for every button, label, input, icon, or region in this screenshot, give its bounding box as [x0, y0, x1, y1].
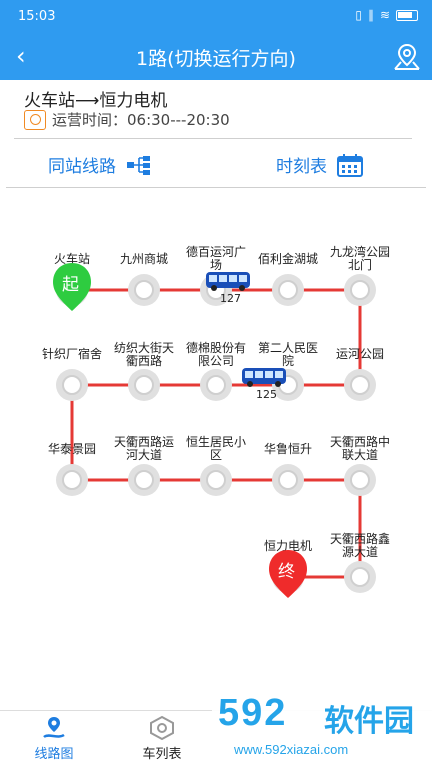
- stop-4[interactable]: 佰利金湖城: [258, 251, 318, 306]
- stop-label: 天衢西路运河大道: [114, 434, 174, 462]
- stop-11[interactable]: 华泰景园: [48, 442, 96, 496]
- status-bar: 15:03 ▯ ∥ ≋: [0, 0, 432, 34]
- nav-route-label: 线路图: [34, 747, 74, 762]
- stop-label: 德棉股份有限公司: [186, 340, 246, 368]
- content-area: 火车站⟶恒力电机 运营时间：06:30---20:30 同站线路 时刻表 火车站…: [0, 80, 432, 710]
- stop-label: 第二人民医院: [258, 341, 318, 368]
- route-map-icon: [43, 717, 65, 739]
- stop-2[interactable]: 九州商城: [120, 251, 168, 306]
- stop-16[interactable]: 天衢西路鑫源大道: [330, 531, 390, 593]
- nav-route-map[interactable]: 线路图: [4, 715, 104, 762]
- stop-15[interactable]: 天衢西路中联大道: [330, 434, 390, 496]
- watermark-logo: 592 软件园 www.592xiazai.com: [212, 688, 432, 768]
- stop-label: 运河公园: [336, 347, 384, 361]
- stop-label: 佰利金湖城: [258, 251, 318, 266]
- status-icons: ▯ ∥ ≋: [355, 8, 418, 22]
- stop-label: 纺织大街天衢西路: [114, 341, 174, 368]
- watermark-soft: 软件园: [324, 704, 414, 739]
- app-header: ‹ 1路(切换运行方向): [0, 34, 432, 80]
- start-marker-icon: 起: [53, 263, 91, 311]
- stop-label: 九州商城: [120, 251, 168, 266]
- end-marker-label: 终: [278, 562, 295, 582]
- stop-label: 天衢西路中联大道: [330, 434, 390, 462]
- stop-label: 华鲁恒升: [264, 442, 312, 456]
- stop-label: 天衢西路鑫源大道: [330, 531, 390, 559]
- stop-10[interactable]: 针织厂宿舍: [42, 346, 102, 401]
- watermark-brand: 592: [218, 692, 288, 734]
- stop-label: 华泰景园: [48, 442, 96, 456]
- nav-bus-list[interactable]: 车列表: [112, 715, 212, 762]
- stop-label: 九龙湾公园北门: [330, 244, 390, 272]
- stop-8[interactable]: 德棉股份有限公司: [186, 340, 246, 401]
- map-location-icon[interactable]: [392, 42, 422, 72]
- wifi-icon: ≋: [379, 8, 390, 22]
- nav-bus-label: 车列表: [142, 747, 182, 762]
- stop-9[interactable]: 纺织大街天衢西路: [114, 341, 174, 401]
- page-title[interactable]: 1路(切换运行方向): [0, 44, 432, 71]
- watermark-url: www.592xiazai.com: [234, 742, 349, 757]
- route-lines: [70, 288, 362, 579]
- stop-label: 针织厂宿舍: [42, 346, 102, 361]
- stop-label: 德百运河广场: [186, 244, 246, 272]
- bus-number: 125: [256, 388, 277, 401]
- route-map: 火车站 九州商城 德百运河广场 佰利金湖城 九龙湾公园北门 运河公园 第二人民医…: [42, 244, 390, 598]
- stop-6[interactable]: 运河公园: [336, 347, 384, 401]
- end-marker-icon: 终: [269, 550, 307, 598]
- stop-list: 火车站 九州商城 德百运河广场 佰利金湖城 九龙湾公园北门 运河公园 第二人民医…: [42, 244, 390, 593]
- start-marker-label: 起: [62, 275, 79, 295]
- stop-13[interactable]: 恒生居民小区: [186, 435, 246, 496]
- stop-label: 恒生居民小区: [186, 435, 246, 462]
- bus-list-icon: [150, 715, 174, 741]
- vibrate-icon: ▯: [355, 8, 362, 22]
- stop-12[interactable]: 天衢西路运河大道: [114, 434, 174, 496]
- battery-icon: [396, 9, 418, 21]
- signal-icon: ∥: [367, 8, 374, 22]
- bus-number: 127: [220, 292, 241, 305]
- status-time: 15:03: [18, 9, 56, 24]
- stop-5[interactable]: 九龙湾公园北门: [330, 244, 390, 306]
- stop-14[interactable]: 华鲁恒升: [264, 442, 312, 496]
